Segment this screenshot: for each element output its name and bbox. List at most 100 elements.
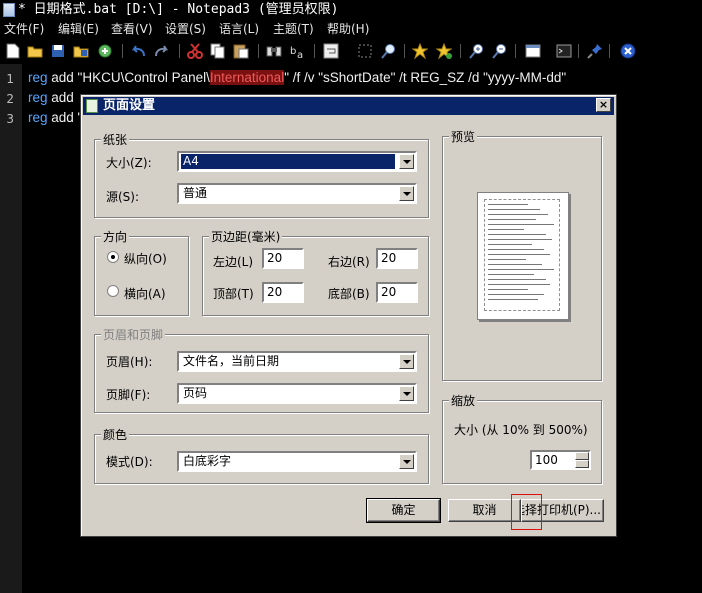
- menu-language[interactable]: 语言(L): [219, 20, 259, 38]
- toolbar-separator: [578, 44, 579, 58]
- toolbar-separator: [404, 44, 405, 58]
- browse-icon[interactable]: [96, 42, 114, 60]
- preview-line: [488, 229, 524, 230]
- preview-line: [488, 279, 546, 280]
- chevron-down-icon[interactable]: [399, 186, 414, 201]
- landscape-label[interactable]: 横向(A): [124, 285, 166, 302]
- zoom-value[interactable]: 100: [535, 453, 558, 467]
- header-select[interactable]: 文件名，当前日期: [177, 351, 417, 372]
- window-title: * 日期格式.bat [D:\] - Notepad3 (管理员权限): [18, 2, 339, 17]
- select-icon[interactable]: [356, 42, 374, 60]
- right-margin-field[interactable]: 20: [376, 248, 418, 269]
- copy-icon[interactable]: [209, 42, 227, 60]
- page-preview-margins: [484, 199, 560, 311]
- orientation-group: 方向: [94, 228, 189, 316]
- wrap-icon[interactable]: [322, 42, 340, 60]
- color-mode-select[interactable]: 白底彩字: [177, 451, 417, 472]
- ok-button[interactable]: 确定: [366, 498, 441, 523]
- footer-value: 页码: [183, 386, 208, 400]
- toolbar: ba: [0, 38, 702, 64]
- color-mode-label: 模式(D):: [106, 455, 153, 469]
- cut-icon[interactable]: [186, 42, 204, 60]
- close-button[interactable]: ×: [596, 98, 611, 112]
- line-number: 1: [6, 72, 14, 86]
- preview-line: [488, 204, 528, 205]
- page-preview: [477, 192, 569, 320]
- zoom-spinner[interactable]: 100: [530, 450, 591, 470]
- exit-icon[interactable]: [619, 42, 637, 60]
- dialog-icon: [86, 99, 98, 113]
- bottom-margin-label: 底部(B): [328, 287, 370, 301]
- zoom-range-text: 大小 (从 10% 到 500%): [454, 423, 588, 437]
- star-icon[interactable]: [411, 42, 429, 60]
- replace-icon[interactable]: ba: [289, 42, 307, 60]
- chevron-down-icon[interactable]: [399, 154, 414, 169]
- find-icon[interactable]: [265, 42, 283, 60]
- zoom-in-icon[interactable]: [468, 42, 486, 60]
- open-folder-icon[interactable]: [26, 42, 44, 60]
- landscape-radio[interactable]: [107, 285, 119, 297]
- new-file-icon[interactable]: [4, 42, 22, 60]
- menu-theme[interactable]: 主题(T): [273, 20, 314, 38]
- star-add-icon[interactable]: [435, 42, 453, 60]
- zoom-search-icon[interactable]: [380, 42, 398, 60]
- terminal-icon[interactable]: [555, 42, 573, 60]
- menu-file[interactable]: 文件(F): [4, 20, 44, 38]
- code-line[interactable]: reg add ": [28, 110, 82, 125]
- spin-down-icon[interactable]: [575, 460, 589, 468]
- window-icon[interactable]: [524, 42, 542, 60]
- bottom-margin-field[interactable]: 20: [376, 282, 418, 303]
- chevron-down-icon[interactable]: [399, 386, 414, 401]
- menu-settings[interactable]: 设置(S): [165, 20, 206, 38]
- annotation-highlight-box: [511, 494, 542, 530]
- svg-text:b: b: [290, 46, 296, 57]
- menu-help[interactable]: 帮助(H): [327, 20, 369, 38]
- code-line[interactable]: reg add "HKCU\Control Panel\Internationa…: [28, 70, 566, 85]
- footer-select[interactable]: 页码: [177, 383, 417, 404]
- menu-bar: 文件(F) 编辑(E) 查看(V) 设置(S) 语言(L) 主题(T) 帮助(H…: [0, 20, 702, 38]
- zoom-out-icon[interactable]: [491, 42, 509, 60]
- portrait-label[interactable]: 纵向(O): [124, 250, 167, 267]
- toolbar-separator: [460, 44, 461, 58]
- preview-line: [488, 294, 544, 295]
- title-bar: * 日期格式.bat [D:\] - Notepad3 (管理员权限): [0, 0, 702, 20]
- chevron-down-icon[interactable]: [399, 354, 414, 369]
- code-line[interactable]: reg add: [28, 90, 74, 105]
- top-margin-label: 顶部(T): [213, 287, 254, 301]
- paper-size-label: 大小(Z):: [106, 156, 152, 170]
- dialog-title-bar[interactable]: 页面设置 ×: [83, 97, 614, 115]
- toolbar-separator: [609, 44, 610, 58]
- zoom-group-label: 缩放: [449, 392, 478, 409]
- menu-edit[interactable]: 编辑(E): [58, 20, 99, 38]
- paper-source-select[interactable]: 普通: [177, 183, 417, 204]
- preview-line: [488, 219, 536, 220]
- footer-label: 页脚(F):: [106, 388, 151, 402]
- undo-icon[interactable]: [129, 42, 147, 60]
- pin-icon[interactable]: [586, 42, 604, 60]
- top-margin-field[interactable]: 20: [262, 282, 304, 303]
- paste-icon[interactable]: [232, 42, 250, 60]
- code-text: " /f /v "sShortDate" /t REG_SZ /d "yyyy-…: [284, 70, 567, 85]
- code-text: add: [47, 90, 74, 105]
- preview-line: [488, 224, 554, 225]
- save-as-icon[interactable]: [72, 42, 90, 60]
- left-margin-field[interactable]: 20: [262, 248, 304, 269]
- redo-icon[interactable]: [153, 42, 171, 60]
- dialog-title: 页面设置: [103, 98, 156, 113]
- spin-up-icon[interactable]: [575, 452, 589, 460]
- chevron-down-icon[interactable]: [399, 454, 414, 469]
- portrait-radio[interactable]: [107, 251, 119, 263]
- menu-view[interactable]: 查看(V): [111, 20, 153, 38]
- right-margin-label: 右边(R): [328, 255, 370, 269]
- orientation-group-label: 方向: [101, 228, 130, 245]
- svg-text:a: a: [297, 50, 303, 59]
- toolbar-separator: [179, 44, 180, 58]
- header-label: 页眉(H):: [106, 355, 153, 369]
- preview-line: [488, 214, 548, 215]
- preview-line: [488, 249, 544, 250]
- color-mode-value: 白底彩字: [183, 454, 232, 468]
- paper-size-select[interactable]: A4: [177, 151, 417, 172]
- preview-line: [488, 264, 542, 265]
- notepad-app-icon: [3, 3, 15, 17]
- save-icon[interactable]: [49, 42, 67, 60]
